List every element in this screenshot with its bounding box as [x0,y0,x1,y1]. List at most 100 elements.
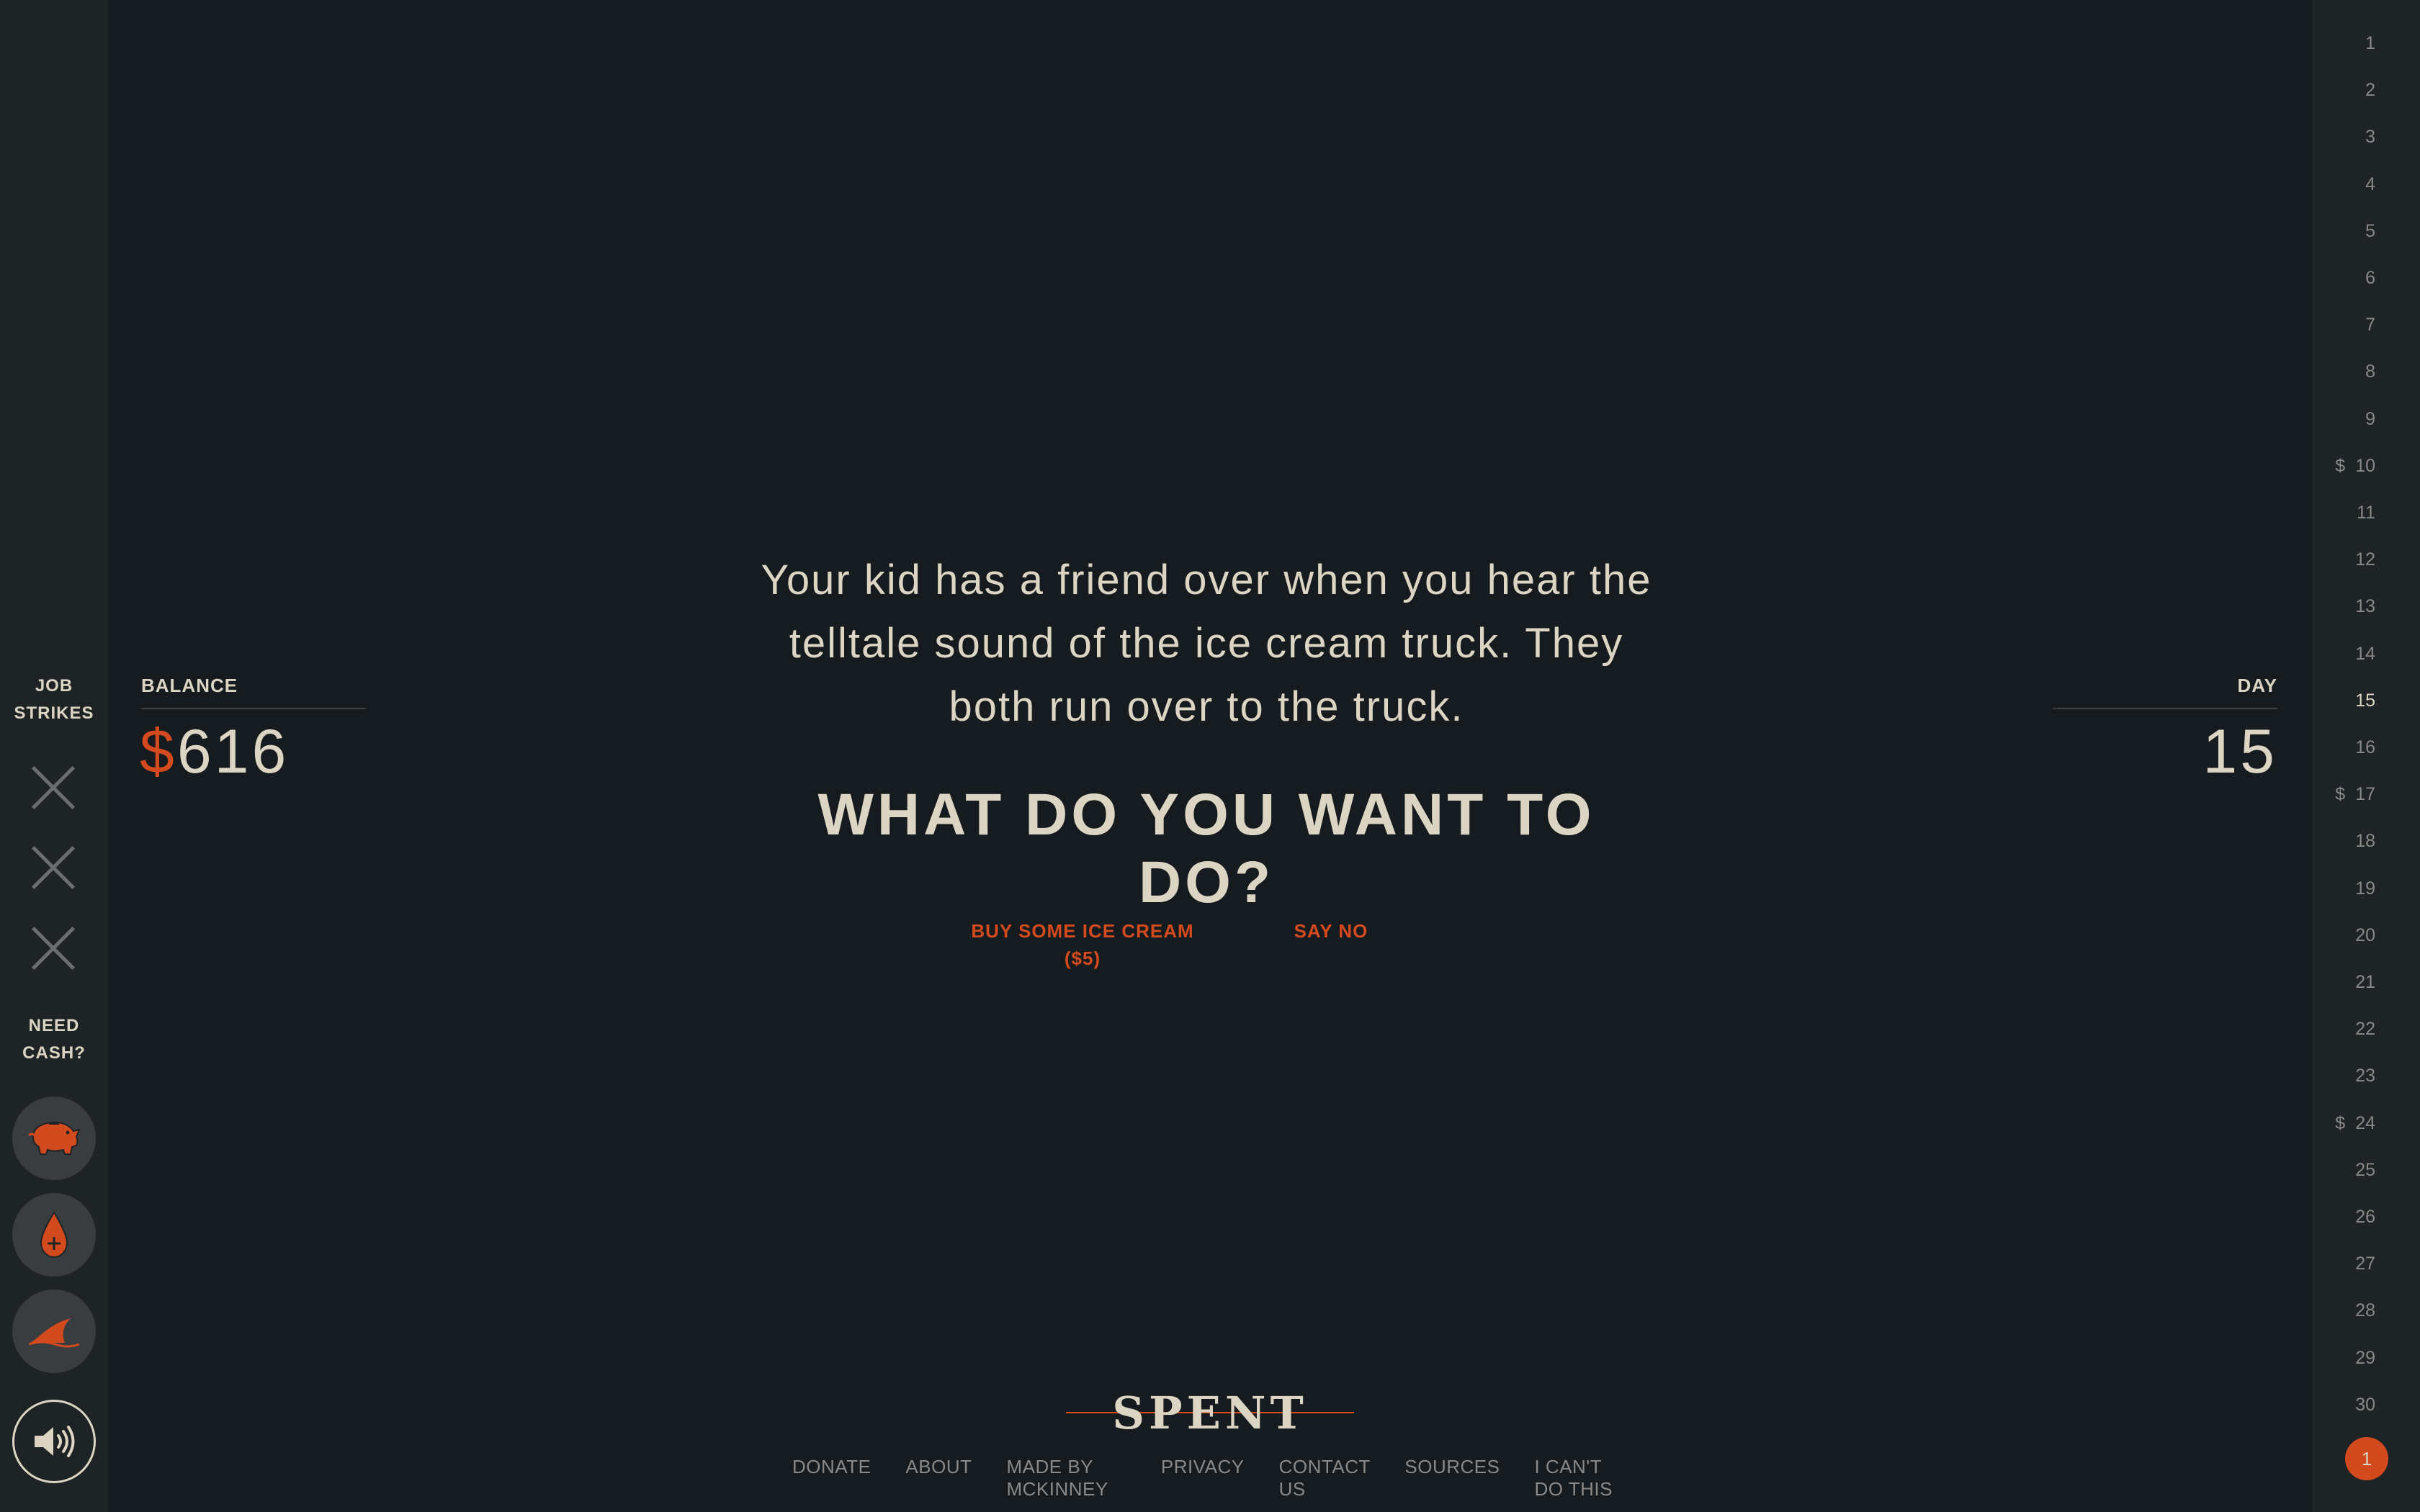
day-item-24[interactable]: $24 [2303,1109,2375,1138]
day-number: 7 [2365,315,2375,336]
day-item-20[interactable]: 20 [2303,921,2375,950]
footer-link-cant-do-this[interactable]: I CAN'T DO THIS [1534,1456,1628,1500]
day-number: 26 [2355,1207,2375,1227]
day-number: 20 [2355,924,2375,945]
day-item-18[interactable]: 18 [2303,827,2375,855]
day-item-15[interactable]: 15 [2303,686,2375,715]
day-number: 6 [2365,268,2375,288]
scenario-question: WHAT DO YOU WANT TO DO? [817,782,1595,915]
footer-link-donate[interactable]: DONATE [792,1456,871,1500]
day-number: 25 [2355,1159,2375,1180]
need-cash-label-line2: CASH? [22,1043,86,1063]
footer-nav: DONATE ABOUT MADE BY MCKINNEY PRIVACY CO… [792,1456,1628,1500]
job-strikes-label-line1: JOB [35,676,73,696]
day-item-4[interactable]: 4 [2303,170,2375,199]
day-number: 27 [2355,1254,2375,1274]
footer-link-about[interactable]: ABOUT [905,1456,972,1500]
balance-divider [141,708,366,709]
day-number: 19 [2355,878,2375,899]
day-item-14[interactable]: 14 [2303,639,2375,668]
footer-link-contact[interactable]: CONTACT US [1279,1456,1371,1500]
day-item-21[interactable]: 21 [2303,968,2375,996]
day-number: 22 [2355,1019,2375,1040]
notification-badge[interactable]: 1 [2345,1437,2388,1480]
day-item-9[interactable]: 9 [2303,405,2375,433]
balance-value: 616 [176,717,290,786]
blood-donation-button[interactable] [12,1193,96,1277]
day-item-2[interactable]: 2 [2303,76,2375,104]
day-item-10[interactable]: $10 [2303,451,2375,480]
day-item-12[interactable]: 12 [2303,545,2375,574]
say-no-button[interactable]: SAY NO [1282,917,1380,945]
day-item-30[interactable]: 30 [2303,1390,2375,1419]
day-number: 14 [2355,643,2375,664]
day-item-23[interactable]: 23 [2303,1061,2375,1090]
day-number: 30 [2355,1394,2375,1415]
balance-amount: $616 [140,716,289,788]
logo-text: SPENT [1112,1387,1307,1439]
day-item-5[interactable]: 5 [2303,217,2375,246]
day-item-6[interactable]: 6 [2303,264,2375,292]
currency-symbol: $ [140,717,177,786]
day-number: 24 [2355,1112,2375,1133]
scenario-text: Your kid has a friend over when you hear… [761,557,1652,730]
day-number: 16 [2355,737,2375,757]
choice-a-cost: ($5) [1064,948,1101,969]
day-number: 11 [2357,503,2375,523]
need-cash-label: NEED CASH? [0,1012,108,1067]
spent-logo[interactable]: SPENT [1066,1384,1354,1441]
left-sidebar: JOB STRIKES NEED CASH? [0,0,108,1512]
day-number: 3 [2365,127,2375,148]
day-number: 12 [2355,549,2375,570]
piggy-bank-button[interactable] [12,1097,96,1180]
day-item-1[interactable]: 1 [2303,29,2375,58]
shark-fin-icon [28,1318,80,1348]
day-number: 15 [2355,690,2375,711]
day-item-25[interactable]: 25 [2303,1156,2375,1184]
day-label: DAY [2237,675,2277,696]
job-strikes-label: JOB STRIKES [0,672,108,727]
day-item-26[interactable]: 26 [2303,1202,2375,1231]
choice-a-label: BUY SOME ICE CREAM [971,920,1194,942]
day-number: 4 [2365,174,2375,194]
payday-marker: $ [2335,1112,2346,1133]
day-item-27[interactable]: 27 [2303,1249,2375,1278]
day-item-29[interactable]: 29 [2303,1344,2375,1372]
day-item-3[interactable]: 3 [2303,122,2375,151]
day-number: 18 [2355,831,2375,852]
day-number: 21 [2355,972,2375,992]
blood-drop-icon [40,1211,68,1259]
day-number: 1 [2365,33,2375,53]
loan-shark-button[interactable] [12,1290,96,1373]
day-number: 23 [2355,1066,2375,1086]
day-item-16[interactable]: 16 [2303,733,2375,762]
footer-link-made-by[interactable]: MADE BY MCKINNEY [1007,1456,1126,1500]
day-number: 2 [2365,80,2375,101]
day-item-8[interactable]: 8 [2303,357,2375,386]
day-divider [2053,708,2277,709]
footer-link-sources[interactable]: SOURCES [1404,1456,1500,1500]
buy-ice-cream-button[interactable]: BUY SOME ICE CREAM ($5) [965,917,1200,972]
footer-link-privacy[interactable]: PRIVACY [1161,1456,1245,1500]
payday-marker: $ [2335,784,2346,805]
day-item-28[interactable]: 28 [2303,1296,2375,1325]
day-item-13[interactable]: 13 [2303,592,2375,621]
day-number: 9 [2365,408,2375,429]
piggy-bank-icon [27,1121,81,1155]
balance-label: BALANCE [141,675,238,696]
sound-toggle-button[interactable] [12,1400,96,1483]
day-tracker-sidebar: 1 1 2 3 4 5 6 7 8 9 $10 11 12 13 14 15 16 $17 18 19 20 21 22 2… [2312,0,2420,1512]
day-number: 8 [2365,361,2375,382]
strike-1-icon [30,765,76,811]
day-number: 17 [2355,784,2375,805]
day-number: 13 [2355,596,2375,617]
strike-3-icon [30,925,76,971]
day-item-11[interactable]: 11 [2303,498,2375,527]
day-number: 28 [2355,1300,2375,1321]
day-item-22[interactable]: 22 [2303,1014,2375,1043]
day-item-19[interactable]: 19 [2303,874,2375,903]
day-item-7[interactable]: 7 [2303,310,2375,339]
need-cash-label-line1: NEED [28,1016,80,1035]
payday-marker: $ [2335,455,2346,476]
day-item-17[interactable]: $17 [2303,780,2375,809]
